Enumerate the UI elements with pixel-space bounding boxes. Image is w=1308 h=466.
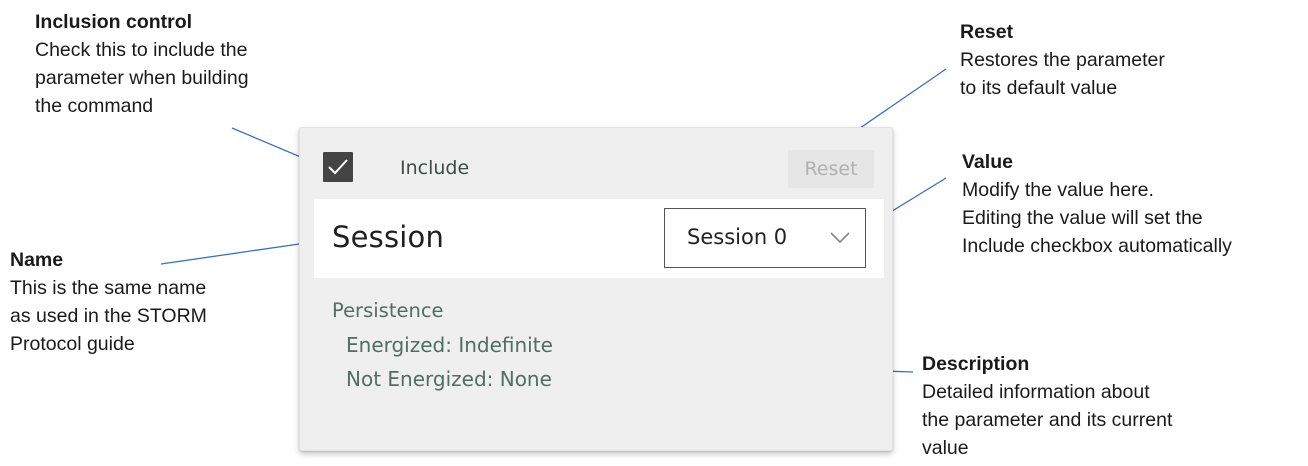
name-annotation-title: Name (10, 249, 64, 271)
inclusion-annotation-line: the command (35, 95, 154, 117)
reset-button[interactable]: Reset (788, 150, 874, 188)
description-line: Not Energized: None (346, 367, 552, 391)
chevron-down-icon (830, 232, 850, 244)
value-dropdown-selected: Session 0 (687, 225, 788, 249)
inclusion-annotation-line: Check this to include the (35, 39, 248, 61)
value-annotation-line: Modify the value here. (962, 179, 1154, 201)
reset-annotation-line: Restores the parameter (960, 49, 1165, 71)
inclusion-annotation-line: parameter when building (35, 67, 249, 89)
checkmark-icon (328, 159, 348, 175)
description-annotation: Description Detailed information about t… (922, 350, 1172, 462)
name-annotation: Name This is the same name as used in th… (10, 246, 207, 358)
description-title: Persistence (332, 299, 444, 322)
parameter-row: Session Session 0 (314, 199, 884, 278)
description-line: Energized: Indefinite (346, 333, 553, 357)
value-annotation-line: Editing the value will set the (962, 207, 1203, 229)
description-annotation-line: value (922, 437, 969, 459)
name-annotation-line: Protocol guide (10, 333, 135, 355)
include-row: Include Reset (300, 128, 892, 198)
description-annotation-title: Description (922, 353, 1030, 375)
parameter-card: Include Reset Session Session 0 Persiste… (299, 127, 893, 451)
parameter-description: Persistence Energized: Indefinite Not En… (332, 298, 553, 396)
reset-annotation: Reset Restores the parameter to its defa… (960, 18, 1165, 102)
reset-annotation-title: Reset (960, 21, 1014, 43)
name-annotation-line: as used in the STORM (10, 305, 207, 327)
value-dropdown[interactable]: Session 0 (664, 208, 866, 268)
parameter-name: Session (332, 220, 445, 254)
name-annotation-line: This is the same name (10, 277, 207, 299)
value-annotation-line: Include checkbox automatically (962, 235, 1232, 257)
description-annotation-line: the parameter and its current (922, 409, 1173, 431)
include-checkbox[interactable] (323, 152, 353, 182)
inclusion-annotation-title: Inclusion control (35, 11, 193, 33)
value-annotation: Value Modify the value here. Editing the… (962, 148, 1232, 260)
value-annotation-title: Value (962, 151, 1013, 173)
include-label: Include (400, 157, 470, 179)
reset-annotation-line: to its default value (960, 77, 1118, 99)
annotated-parameter-screenshot: Inclusion control Check this to include … (0, 0, 1308, 466)
inclusion-annotation: Inclusion control Check this to include … (35, 8, 249, 120)
description-annotation-line: Detailed information about (922, 381, 1150, 403)
